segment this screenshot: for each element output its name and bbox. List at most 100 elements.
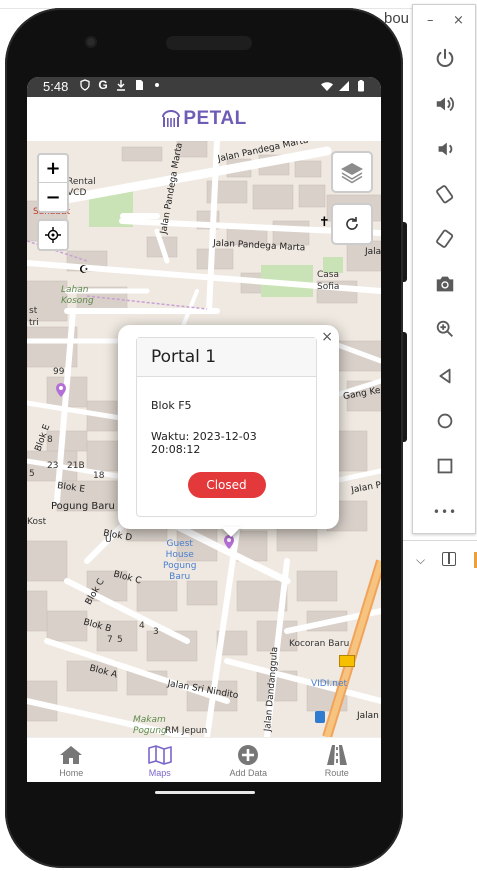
locate-button[interactable]: [37, 219, 69, 251]
mosque-icon: ☪: [79, 263, 89, 276]
gate-icon: [162, 110, 181, 127]
bottom-nav: Home Maps Add Data Route: [27, 737, 381, 782]
church-icon: ✝: [319, 215, 330, 230]
split-view-icon[interactable]: [442, 552, 456, 566]
volume-down-button[interactable]: [430, 134, 460, 164]
chevron-down-icon[interactable]: ⌵: [416, 553, 425, 568]
map-road-label: Jalan: [365, 247, 381, 257]
overview-square-icon: [437, 458, 453, 474]
refresh-icon: [346, 217, 358, 230]
rotate-left-button[interactable]: [430, 179, 460, 209]
download-icon: [115, 79, 127, 91]
map-label: Kost: [27, 517, 47, 527]
map-poi-label: Guest House Pogung Baru: [163, 539, 197, 582]
status-time: 5:48: [43, 79, 69, 94]
nav-item-add-data[interactable]: Add Data: [204, 738, 293, 782]
emulator-toolbar-header: – ×: [413, 13, 477, 33]
map-label: st: [29, 306, 38, 316]
map-poi-label: RM Jepun: [165, 726, 208, 736]
crosshair-icon: [45, 227, 61, 243]
map-marker-icon[interactable]: [55, 383, 67, 397]
portal-marker-icon[interactable]: [223, 535, 235, 549]
map-label: 3: [153, 627, 159, 637]
rotate-right-button[interactable]: [430, 224, 460, 254]
camera-icon: [436, 276, 454, 292]
zoom-out-button[interactable]: −: [39, 183, 67, 211]
status-icons-left: G: [79, 78, 163, 92]
nav-item-home[interactable]: Home: [27, 738, 116, 782]
earpiece-speaker: [166, 36, 252, 50]
emulator-toolbar: – × •••: [412, 4, 476, 534]
back-button[interactable]: [430, 361, 460, 391]
app-logo-text: PETAL: [183, 108, 247, 129]
map-label: 99: [53, 367, 65, 377]
popup-waktu: Waktu: 2023-12-03 20:08:12: [151, 430, 257, 456]
map-poi-label: Lahan Kosong: [61, 285, 94, 306]
more-button[interactable]: •••: [430, 497, 460, 527]
map-label: 5: [29, 469, 35, 479]
back-triangle-icon: [439, 368, 451, 384]
overview-button[interactable]: [430, 451, 460, 481]
zoom-in-button[interactable]: +: [39, 155, 67, 183]
bus-icon: [315, 711, 325, 723]
map-label: 5: [117, 635, 123, 645]
map-label: tri: [29, 318, 39, 328]
signal-icon: [338, 80, 350, 92]
popup-tip: [221, 527, 241, 537]
map-label: 18: [93, 471, 105, 481]
map-road-label: Jalan: [357, 711, 379, 721]
front-camera: [85, 36, 97, 48]
map-view[interactable]: Jalan Pandega Marta Jalan Pandega Marta …: [27, 141, 381, 737]
volume-up-button[interactable]: [430, 89, 460, 119]
road-icon: [326, 744, 347, 765]
background-divider: [400, 540, 477, 541]
rotate-right-icon: [436, 229, 454, 248]
home-button[interactable]: [430, 406, 460, 436]
nav-item-maps[interactable]: Maps: [116, 738, 205, 782]
map-label: U: [105, 535, 112, 545]
map-label: 4: [139, 621, 145, 631]
refresh-button[interactable]: [331, 203, 373, 245]
layers-button[interactable]: [331, 151, 373, 193]
volume-up-icon: [436, 96, 454, 112]
map-poi-label: VIDI.net: [311, 679, 348, 689]
map-label: 8: [47, 435, 53, 445]
map-label: 21B: [67, 461, 85, 471]
zoom-in-icon: [436, 320, 453, 337]
zoom-button[interactable]: [430, 314, 460, 344]
background-partial-text: bou: [384, 10, 410, 27]
gesture-bar[interactable]: [155, 791, 255, 794]
map-label: 23: [47, 461, 59, 471]
nav-label: Home: [59, 767, 84, 778]
nav-label: Add Data: [229, 767, 268, 778]
map-label: 7: [107, 635, 113, 645]
sd-card-icon: [133, 79, 145, 91]
nav-label: Maps: [148, 767, 171, 778]
map-poi-label: Kocoran Baru: [289, 639, 350, 649]
bus-stop-icon: [339, 655, 355, 667]
battery-icon: [355, 80, 367, 92]
popup-body: Blok F5 Waktu: 2023-12-03 20:08:12 Close…: [137, 377, 316, 512]
nav-label: Route: [324, 767, 349, 778]
nav-item-route[interactable]: Route: [293, 738, 382, 782]
minimize-button[interactable]: –: [427, 13, 434, 28]
app-logo: PETAL: [161, 108, 246, 130]
popup-close-button[interactable]: ×: [321, 329, 333, 345]
popup-blok: Blok F5: [151, 399, 192, 412]
power-button[interactable]: [430, 43, 460, 73]
shield-icon: [79, 79, 91, 91]
power-icon: [436, 48, 454, 67]
app-header: PETAL: [27, 97, 381, 141]
volume-down-icon: [438, 142, 453, 156]
close-button[interactable]: ×: [453, 13, 464, 28]
screenshot-button[interactable]: [430, 269, 460, 299]
map-icon: [147, 744, 172, 765]
status-badge[interactable]: Closed: [187, 472, 266, 498]
popup-title: Portal 1: [137, 338, 316, 377]
status-bar: 5:48 G: [27, 77, 381, 97]
map-poi-label: Makam Pogung: [133, 715, 167, 736]
portal-popup: × Portal 1 Blok F5 Waktu: 2023-12-03 20:…: [118, 325, 339, 529]
status-icons-right: [321, 80, 367, 92]
map-poi-label: Rental VCD: [67, 177, 96, 198]
zoom-control: + −: [37, 153, 69, 213]
